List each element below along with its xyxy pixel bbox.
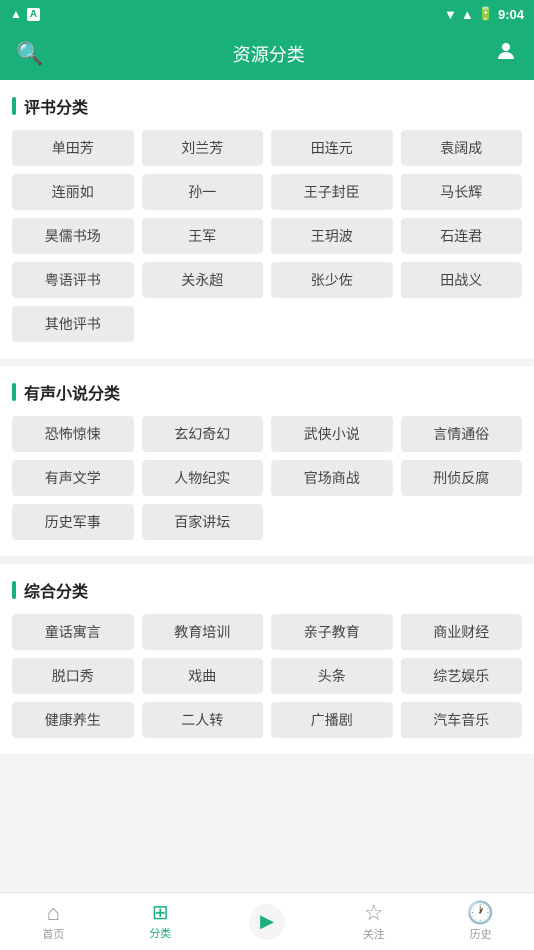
category-tag[interactable]: 历史军事 xyxy=(12,504,134,540)
status-bar: ▲ A ▼ ▲ 🔋 9:04 xyxy=(0,0,534,28)
play-button[interactable]: ▶ xyxy=(249,904,285,940)
category-tag[interactable]: 刘兰芳 xyxy=(142,130,264,166)
nav-history-label: 历史 xyxy=(470,926,492,942)
section-title-text: 综合分类 xyxy=(24,578,88,602)
category-tag[interactable]: 关永超 xyxy=(142,262,264,298)
section-title-audionovel: 有声小说分类 xyxy=(12,380,522,404)
category-tag[interactable]: 言情通俗 xyxy=(401,416,523,452)
category-tag[interactable]: 童话寓言 xyxy=(12,614,134,650)
category-tag[interactable]: 田战义 xyxy=(401,262,523,298)
title-bar-indicator xyxy=(12,581,16,599)
battery-icon: 🔋 xyxy=(478,6,494,22)
category-tag[interactable]: 人物纪实 xyxy=(142,460,264,496)
signal-icon: ▲ xyxy=(461,7,474,22)
bottom-nav: ⌂ 首页 ⊞ 分类 ▶ ☆ 关注 🕐 历史 xyxy=(0,892,534,950)
category-tag[interactable]: 恐怖惊悚 xyxy=(12,416,134,452)
category-tag[interactable]: 头条 xyxy=(271,658,393,694)
category-tag[interactable]: 戏曲 xyxy=(142,658,264,694)
section-audionovel: 有声小说分类恐怖惊悚玄幻奇幻武侠小说言情通俗有声文学人物纪实官场商战刑侦反腐历史… xyxy=(0,366,534,556)
nav-home[interactable]: ⌂ 首页 xyxy=(0,902,107,942)
category-tag[interactable]: 王军 xyxy=(142,218,264,254)
category-tag[interactable]: 脱口秀 xyxy=(12,658,134,694)
play-icon: ▶ xyxy=(260,911,274,932)
user-icon[interactable] xyxy=(494,39,518,69)
category-tag[interactable]: 石连君 xyxy=(401,218,523,254)
title-bar-indicator xyxy=(12,97,16,115)
category-tag[interactable]: 张少佐 xyxy=(271,262,393,298)
category-tag[interactable]: 商业财经 xyxy=(401,614,523,650)
category-tag[interactable]: 袁阔成 xyxy=(401,130,523,166)
category-tag[interactable]: 广播剧 xyxy=(271,702,393,738)
follow-icon: ☆ xyxy=(364,902,384,924)
status-right: ▼ ▲ 🔋 9:04 xyxy=(444,6,524,22)
section-pingbook: 评书分类单田芳刘兰芳田连元袁阔成连丽如孙一王子封臣马长辉昊儒书场王军王玥波石连君… xyxy=(0,80,534,358)
home-icon: ⌂ xyxy=(47,902,60,924)
section-title-pingbook: 评书分类 xyxy=(12,94,522,118)
category-tag[interactable]: 刑侦反腐 xyxy=(401,460,523,496)
app-icon: A xyxy=(27,8,40,21)
section-title-text: 评书分类 xyxy=(24,94,88,118)
time-display: 9:04 xyxy=(498,7,524,22)
tag-grid-comprehensive: 童话寓言教育培训亲子教育商业财经脱口秀戏曲头条综艺娱乐健康养生二人转广播剧汽车音… xyxy=(12,614,522,738)
history-icon: 🕐 xyxy=(467,902,494,924)
tag-grid-pingbook: 单田芳刘兰芳田连元袁阔成连丽如孙一王子封臣马长辉昊儒书场王军王玥波石连君粤语评书… xyxy=(12,130,522,342)
category-tag[interactable]: 有声文学 xyxy=(12,460,134,496)
category-tag[interactable]: 汽车音乐 xyxy=(401,702,523,738)
nav-home-label: 首页 xyxy=(42,926,64,942)
category-tag[interactable]: 官场商战 xyxy=(271,460,393,496)
category-tag[interactable]: 教育培训 xyxy=(142,614,264,650)
category-tag[interactable]: 王玥波 xyxy=(271,218,393,254)
category-tag[interactable]: 玄幻奇幻 xyxy=(142,416,264,452)
section-title-text: 有声小说分类 xyxy=(24,380,120,404)
nav-category[interactable]: ⊞ 分类 xyxy=(107,903,214,941)
nav-history[interactable]: 🕐 历史 xyxy=(427,902,534,942)
section-title-comprehensive: 综合分类 xyxy=(12,578,522,602)
category-icon: ⊞ xyxy=(152,903,169,923)
main-content: 评书分类单田芳刘兰芳田连元袁阔成连丽如孙一王子封臣马长辉昊儒书场王军王玥波石连君… xyxy=(0,80,534,950)
category-tag[interactable]: 马长辉 xyxy=(401,174,523,210)
category-tag[interactable]: 田连元 xyxy=(271,130,393,166)
category-tag[interactable]: 其他评书 xyxy=(12,306,134,342)
category-tag[interactable]: 单田芳 xyxy=(12,130,134,166)
category-tag[interactable]: 百家讲坛 xyxy=(142,504,264,540)
category-tag[interactable]: 昊儒书场 xyxy=(12,218,134,254)
nav-play[interactable]: ▶ xyxy=(214,904,321,940)
wifi-icon: ▼ xyxy=(444,7,457,22)
category-tag[interactable]: 连丽如 xyxy=(12,174,134,210)
category-tag[interactable]: 孙一 xyxy=(142,174,264,210)
page-title: 资源分类 xyxy=(233,41,305,67)
category-tag[interactable]: 王子封臣 xyxy=(271,174,393,210)
category-tag[interactable]: 健康养生 xyxy=(12,702,134,738)
tag-grid-audionovel: 恐怖惊悚玄幻奇幻武侠小说言情通俗有声文学人物纪实官场商战刑侦反腐历史军事百家讲坛 xyxy=(12,416,522,540)
notification-icon: ▲ xyxy=(10,7,22,21)
status-left: ▲ A xyxy=(10,7,40,21)
top-bar: 🔍 资源分类 xyxy=(0,28,534,80)
search-icon[interactable]: 🔍 xyxy=(16,41,43,67)
category-tag[interactable]: 综艺娱乐 xyxy=(401,658,523,694)
category-tag[interactable]: 二人转 xyxy=(142,702,264,738)
category-tag[interactable]: 亲子教育 xyxy=(271,614,393,650)
category-tag[interactable]: 粤语评书 xyxy=(12,262,134,298)
nav-category-label: 分类 xyxy=(149,925,171,941)
nav-follow[interactable]: ☆ 关注 xyxy=(320,902,427,942)
title-bar-indicator xyxy=(12,383,16,401)
nav-follow-label: 关注 xyxy=(363,926,385,942)
section-comprehensive: 综合分类童话寓言教育培训亲子教育商业财经脱口秀戏曲头条综艺娱乐健康养生二人转广播… xyxy=(0,564,534,754)
category-tag[interactable]: 武侠小说 xyxy=(271,416,393,452)
